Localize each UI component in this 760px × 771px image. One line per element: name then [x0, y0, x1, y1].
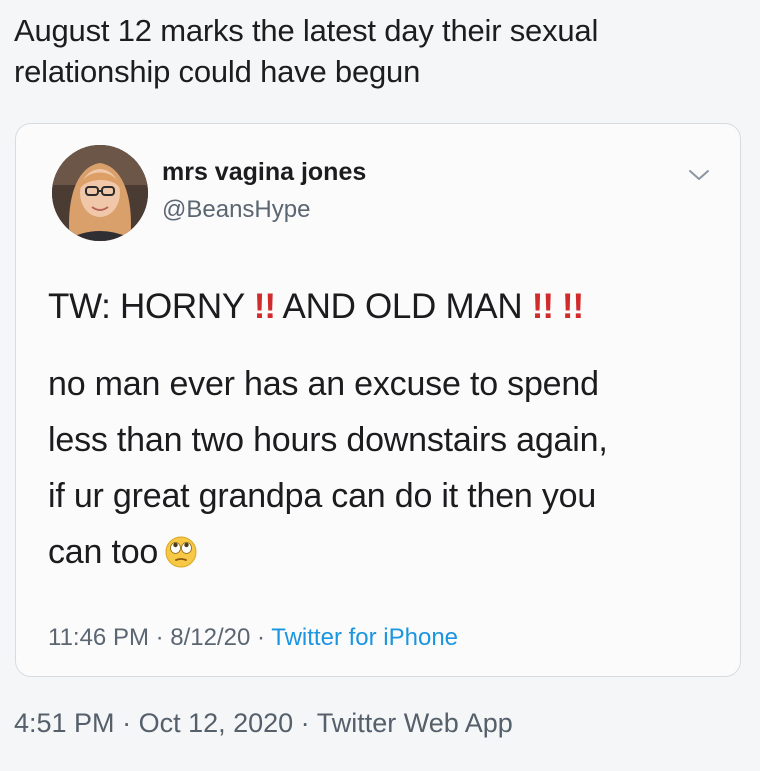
- quoted-tweet-card[interactable]: mrs vagina jones @BeansHype TW: HORNY !!…: [15, 123, 741, 677]
- tweet-body: no man ever has an excuse to spend less …: [48, 356, 708, 580]
- tw-text-horny: TW: HORNY: [48, 287, 245, 326]
- tweet-body-line-4: can too: [48, 524, 708, 580]
- tweet-body-line-1: no man ever has an excuse to spend: [48, 365, 599, 403]
- post-date[interactable]: Oct 12, 2020: [139, 708, 294, 738]
- user-handle[interactable]: @BeansHype: [162, 196, 310, 224]
- footer-separator-1: ·: [114, 708, 139, 738]
- face-with-rolling-eyes-icon: [165, 536, 197, 568]
- tweet-body-line-3: if ur great grandpa can do it then you: [48, 477, 597, 515]
- post-metadata: 4:51 PM · Oct 12, 2020 · Twitter Web App: [14, 708, 513, 739]
- headline-line-1: August 12 marks the latest day their sex…: [14, 13, 599, 48]
- tweet-body-line-2: less than two hours downstairs again,: [48, 421, 608, 459]
- trigger-warning-line: TW: HORNY !! AND OLD MAN !! !!: [48, 287, 584, 327]
- chevron-down-icon[interactable]: [688, 168, 710, 182]
- headline-line-2: relationship could have begun: [14, 54, 421, 89]
- tweet-body-line-4-text: can too: [48, 533, 159, 571]
- avatar[interactable]: [52, 145, 148, 241]
- headline: August 12 marks the latest day their sex…: [14, 10, 734, 92]
- post-source-link[interactable]: Twitter Web App: [317, 708, 513, 738]
- tweet-source-link[interactable]: Twitter for iPhone: [271, 624, 458, 651]
- double-exclamation-emoji-2: !! !!: [531, 287, 584, 326]
- display-name[interactable]: mrs vagina jones: [162, 158, 366, 187]
- tweet-metadata: 11:46 PM · 8/12/20 · Twitter for iPhone: [48, 624, 458, 652]
- tw-text-old-man: AND OLD MAN: [282, 287, 523, 326]
- tweet-date[interactable]: 8/12/20: [170, 624, 250, 651]
- tweet-time[interactable]: 11:46 PM: [48, 624, 149, 651]
- double-exclamation-emoji-1: !!: [253, 287, 276, 326]
- footer-separator-2: ·: [293, 708, 317, 738]
- meta-separator-1: ·: [148, 624, 171, 651]
- meta-separator-2: ·: [250, 624, 272, 651]
- post-time[interactable]: 4:51 PM: [14, 708, 115, 738]
